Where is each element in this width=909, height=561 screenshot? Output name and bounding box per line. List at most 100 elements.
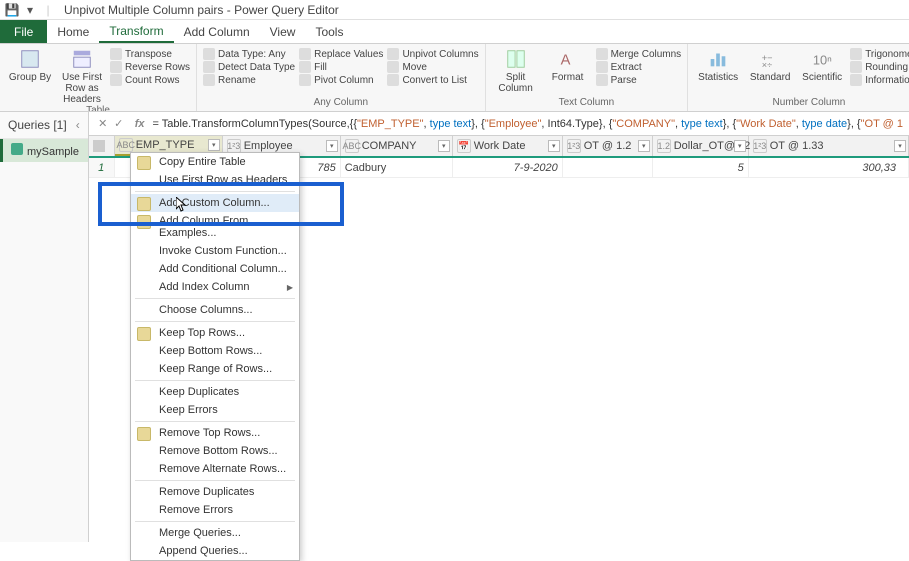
reverse-rows-button[interactable]: Reverse Rows xyxy=(110,61,190,73)
tab-tools[interactable]: Tools xyxy=(305,20,353,43)
row-header-cell[interactable] xyxy=(89,136,115,156)
information-button[interactable]: Information xyxy=(850,74,909,86)
filter-dropdown-icon[interactable]: ▾ xyxy=(326,140,338,152)
menu-item[interactable]: Keep Bottom Rows... xyxy=(131,342,299,360)
cell-ot12[interactable] xyxy=(563,158,653,177)
cell-company[interactable]: Cadbury xyxy=(341,158,453,177)
filter-dropdown-icon[interactable]: ▾ xyxy=(438,140,450,152)
rounding-button[interactable]: Rounding xyxy=(850,61,909,73)
menu-item-icon xyxy=(137,197,151,211)
row-number[interactable]: 1 xyxy=(89,158,115,177)
number-type-icon: 1²3 xyxy=(227,139,241,153)
menu-item[interactable]: Merge Queries... xyxy=(131,524,299,542)
convert-to-list-button[interactable]: Convert to List xyxy=(387,74,478,86)
use-first-row-button[interactable]: Use First Row as Headers xyxy=(58,48,106,105)
menu-separator xyxy=(135,298,295,299)
col-header-work-date[interactable]: 📅Work Date▾ xyxy=(453,136,563,156)
menu-item[interactable]: Add Column From Examples... xyxy=(131,212,299,242)
menu-item[interactable]: Keep Top Rows... xyxy=(131,324,299,342)
file-menu[interactable]: File xyxy=(0,20,47,43)
merge-columns-button[interactable]: Merge Columns xyxy=(596,48,682,60)
extract-button[interactable]: Extract xyxy=(596,61,682,73)
query-item-mysample[interactable]: mySample xyxy=(0,139,88,162)
menu-item[interactable]: Remove Bottom Rows... xyxy=(131,442,299,460)
collapse-pane-icon[interactable]: ‹ xyxy=(76,118,80,132)
table-icon xyxy=(93,140,105,152)
formula-bar[interactable]: ✕ ✓ fx = Table.TransformColumnTypes(Sour… xyxy=(89,112,909,136)
menu-item[interactable]: Choose Columns... xyxy=(131,301,299,319)
tab-transform[interactable]: Transform xyxy=(99,20,173,43)
menu-item[interactable]: Remove Top Rows... xyxy=(131,424,299,442)
filter-dropdown-icon[interactable]: ▾ xyxy=(638,140,650,152)
fx-icon: fx xyxy=(135,118,145,130)
menu-item[interactable]: Add Conditional Column... xyxy=(131,260,299,278)
menu-separator xyxy=(135,380,295,381)
menu-item[interactable]: Keep Range of Rows... xyxy=(131,360,299,378)
detect-data-type-button[interactable]: Detect Data Type xyxy=(203,61,295,73)
ribbon-group-any-column: Data Type: Any Detect Data Type Rename R… xyxy=(197,44,486,111)
text-type-icon: ABC xyxy=(119,138,133,152)
menu-item[interactable]: Remove Alternate Rows... xyxy=(131,460,299,478)
ribbon-group-text-column: Split Column AFormat Merge Columns Extra… xyxy=(486,44,689,111)
menu-item[interactable]: Add Custom Column... xyxy=(131,194,299,212)
transpose-button[interactable]: Transpose xyxy=(110,48,190,60)
col-header-company[interactable]: ABCCOMPANY▾ xyxy=(341,136,453,156)
statistics-button[interactable]: Statistics xyxy=(694,48,742,83)
menu-item[interactable]: Add Index Column▶ xyxy=(131,278,299,296)
data-type-button[interactable]: Data Type: Any xyxy=(203,48,295,60)
format-button[interactable]: AFormat xyxy=(544,48,592,83)
cancel-formula-icon[interactable]: ✕ xyxy=(95,116,111,132)
menu-item-icon xyxy=(137,427,151,441)
col-header-ot133[interactable]: 1²3OT @ 1.33▾ xyxy=(749,136,909,156)
scientific-button[interactable]: 10ⁿScientific xyxy=(798,48,846,83)
col-header-dollar[interactable]: 1.2Dollar_OT@1.2▾ xyxy=(653,136,749,156)
fill-button[interactable]: Fill xyxy=(299,61,383,73)
move-button[interactable]: Move xyxy=(387,61,478,73)
tab-add-column[interactable]: Add Column xyxy=(174,20,260,43)
qat-dropdown-icon[interactable]: ▾ xyxy=(22,2,38,18)
menu-item[interactable]: Remove Errors xyxy=(131,501,299,519)
number-type-icon: 1²3 xyxy=(753,139,767,153)
split-column-button[interactable]: Split Column xyxy=(492,48,540,94)
trigonometry-button[interactable]: Trigonometry xyxy=(850,48,909,60)
parse-button[interactable]: Parse xyxy=(596,74,682,86)
menu-item-icon xyxy=(137,156,151,170)
menu-item[interactable]: Keep Duplicates xyxy=(131,383,299,401)
cell-dollar[interactable]: 5 xyxy=(653,158,749,177)
queries-header: Queries [1] ‹ xyxy=(0,112,88,139)
number-type-icon: 1²3 xyxy=(567,139,581,153)
menu-item[interactable]: Append Queries... xyxy=(131,542,299,560)
tab-home[interactable]: Home xyxy=(47,20,99,43)
formula-text[interactable]: = Table.TransformColumnTypes(Source,{{"E… xyxy=(153,118,904,130)
menu-item-icon xyxy=(137,327,151,341)
svg-text:10ⁿ: 10ⁿ xyxy=(813,53,832,68)
svg-text:×÷: ×÷ xyxy=(762,60,772,70)
menu-item[interactable]: Remove Duplicates xyxy=(131,483,299,501)
group-label-table: Table xyxy=(6,105,190,112)
count-rows-button[interactable]: Count Rows xyxy=(110,74,190,86)
tab-view[interactable]: View xyxy=(260,20,306,43)
replace-values-button[interactable]: Replace Values xyxy=(299,48,383,60)
menu-item[interactable]: Use First Row as Headers xyxy=(131,171,299,189)
unpivot-columns-button[interactable]: Unpivot Columns xyxy=(387,48,478,60)
save-icon[interactable]: 💾 xyxy=(4,2,20,18)
pivot-column-button[interactable]: Pivot Column xyxy=(299,74,383,86)
confirm-formula-icon[interactable]: ✓ xyxy=(111,116,127,132)
ribbon-group-number-column: Statistics +−×÷Standard 10ⁿScientific Tr… xyxy=(688,44,909,111)
cell-ot133[interactable]: 300,33 xyxy=(749,158,909,177)
context-menu: Copy Entire TableUse First Row as Header… xyxy=(130,152,300,561)
col-header-ot12[interactable]: 1²3OT @ 1.2▾ xyxy=(563,136,653,156)
menu-separator xyxy=(135,521,295,522)
menu-item[interactable]: Copy Entire Table xyxy=(131,153,299,171)
filter-dropdown-icon[interactable]: ▾ xyxy=(894,140,906,152)
menu-item[interactable]: Invoke Custom Function... xyxy=(131,242,299,260)
rename-button[interactable]: Rename xyxy=(203,74,295,86)
menu-item[interactable]: Keep Errors xyxy=(131,401,299,419)
group-by-button[interactable]: Group By xyxy=(6,48,54,83)
filter-dropdown-icon[interactable]: ▾ xyxy=(548,140,560,152)
cell-work-date[interactable]: 7-9-2020 xyxy=(453,158,563,177)
filter-dropdown-icon[interactable]: ▾ xyxy=(734,140,746,152)
filter-dropdown-icon[interactable]: ▾ xyxy=(208,139,220,151)
menu-item-icon xyxy=(137,215,151,229)
standard-button[interactable]: +−×÷Standard xyxy=(746,48,794,83)
